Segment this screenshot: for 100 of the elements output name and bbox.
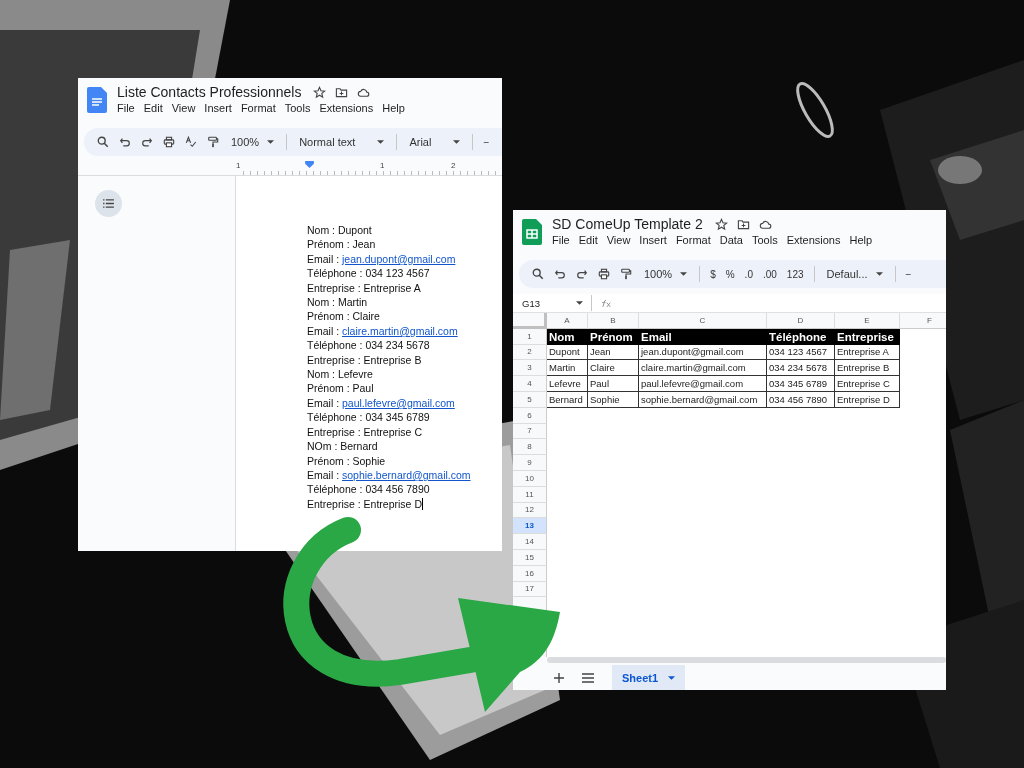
row-header[interactable]: 13 xyxy=(513,518,547,535)
menu-item[interactable]: File xyxy=(117,102,135,114)
document-line: Email : sophie.bernard@gmail.com xyxy=(307,467,472,483)
document-line: Téléphone : 034 123 4567 xyxy=(307,266,431,281)
dropdown-button[interactable]: 100% xyxy=(642,268,690,280)
document-line: Nom : Dupont xyxy=(307,223,373,238)
dropdown-button[interactable]: Defaul... xyxy=(824,268,885,280)
indent-marker-icon[interactable] xyxy=(305,161,314,168)
table-cell: Paul xyxy=(588,376,639,392)
table-cell: 034 123 4567 xyxy=(767,344,835,361)
table-cell: Entreprise D xyxy=(835,392,900,408)
folder-icon[interactable] xyxy=(736,217,750,231)
menu-item[interactable]: Data xyxy=(719,234,743,246)
redo-icon[interactable] xyxy=(576,268,588,280)
dropdown-button[interactable]: Normal text xyxy=(297,136,387,148)
column-header[interactable]: B xyxy=(588,313,639,329)
outline-button[interactable] xyxy=(95,190,122,217)
row-header[interactable]: 3 xyxy=(513,360,547,377)
search-icon[interactable] xyxy=(532,268,544,280)
menu-item[interactable]: View xyxy=(606,234,631,246)
column-header[interactable]: E xyxy=(835,313,900,329)
document-line: Prénom : Jean xyxy=(307,237,377,252)
print-icon[interactable] xyxy=(163,136,175,148)
toolbar-button[interactable]: − xyxy=(905,268,912,280)
menu-item[interactable]: Format xyxy=(675,234,711,246)
email-link[interactable]: paul.lefevre@gmail.com xyxy=(342,396,455,409)
toolbar-button[interactable]: % xyxy=(725,268,735,280)
document-line: Email : claire.martin@gmail.com xyxy=(307,323,459,339)
dropdown-button[interactable]: 100% xyxy=(229,136,277,148)
table-cell: Dupont xyxy=(547,344,588,361)
document-line: Téléphone : 034 234 5678 xyxy=(307,338,431,353)
row-header[interactable]: 14 xyxy=(513,534,547,550)
all-sheets-button[interactable] xyxy=(582,672,594,683)
menu-item[interactable]: Insert xyxy=(639,234,667,246)
document-line: Téléphone : 034 456 7890 xyxy=(307,482,431,497)
toolbar-button[interactable]: .00 xyxy=(762,268,777,280)
spreadsheet-icon xyxy=(522,219,542,245)
menu-item[interactable]: Extensions xyxy=(319,102,374,114)
caret-icon xyxy=(377,140,385,144)
search-icon[interactable] xyxy=(97,136,109,148)
toolbar-button[interactable]: 123 xyxy=(786,268,804,280)
document-line: Prénom : Sophie xyxy=(307,453,387,468)
table-cell: Lefevre xyxy=(547,376,588,392)
table-cell: Jean xyxy=(588,344,639,361)
spreadsheet-title[interactable]: SD ComeUp Template 2 xyxy=(552,216,703,232)
toolbar-button[interactable]: $ xyxy=(710,268,716,280)
menu-item[interactable]: Help xyxy=(382,102,405,114)
email-link[interactable]: claire.martin@gmail.com xyxy=(342,324,458,337)
row-header[interactable]: 8 xyxy=(513,439,547,456)
menu-item[interactable]: Tools xyxy=(284,102,311,114)
spellcheck-icon[interactable] xyxy=(185,136,197,148)
menu-item[interactable]: Format xyxy=(240,102,276,114)
ruler-number: 1 xyxy=(380,161,385,170)
table-cell: claire.martin@gmail.com xyxy=(639,360,767,377)
toolbar-button[interactable]: .0 xyxy=(744,268,753,280)
menu-item[interactable]: Edit xyxy=(143,102,163,114)
menu-item[interactable]: Edit xyxy=(578,234,598,246)
email-link[interactable]: sophie.bernard@gmail.com xyxy=(342,468,471,481)
scrollbar[interactable] xyxy=(547,657,946,663)
document-line: Téléphone : 034 345 6789 xyxy=(307,410,431,425)
column-header[interactable]: F xyxy=(900,313,946,329)
document-icon xyxy=(87,87,107,113)
dropdown-button[interactable]: Arial xyxy=(407,136,463,148)
redo-icon[interactable] xyxy=(141,136,153,148)
row-header[interactable]: 4 xyxy=(513,376,547,392)
undo-icon[interactable] xyxy=(554,268,566,280)
star-icon[interactable] xyxy=(714,217,728,231)
email-link[interactable]: jean.dupont@gmail.com xyxy=(342,252,456,265)
menu-item[interactable]: Tools xyxy=(751,234,778,246)
menu-item[interactable]: Extensions xyxy=(786,234,841,246)
paint-format-icon[interactable] xyxy=(207,136,219,148)
column-header[interactable]: A xyxy=(547,313,588,329)
folder-icon[interactable] xyxy=(335,85,349,99)
table-cell: Entreprise A xyxy=(835,344,900,361)
ruler-number: 2 xyxy=(451,161,456,170)
print-icon[interactable] xyxy=(598,268,610,280)
star-icon[interactable] xyxy=(313,85,327,99)
menu-item[interactable]: Insert xyxy=(204,102,232,114)
menu-item[interactable]: File xyxy=(552,234,570,246)
caret-icon xyxy=(875,272,883,276)
document-line: Entreprise : Entreprise A xyxy=(307,280,422,296)
document-line: Entreprise : Entreprise C xyxy=(307,424,423,440)
table-cell: Entreprise C xyxy=(835,376,900,392)
toolbar-button[interactable]: − xyxy=(483,136,490,148)
ruler-number: 1 xyxy=(236,161,241,170)
row-header[interactable]: 9 xyxy=(513,455,547,471)
menu-item[interactable]: View xyxy=(171,102,196,114)
column-header[interactable]: D xyxy=(767,313,835,329)
sheet-tab[interactable]: Sheet1 xyxy=(612,665,686,690)
undo-icon[interactable] xyxy=(119,136,131,148)
document-line: NOm : Bernard xyxy=(307,439,379,454)
caret-icon xyxy=(668,675,676,680)
caret-icon xyxy=(680,272,688,276)
column-header[interactable]: C xyxy=(639,313,767,329)
add-sheet-button[interactable] xyxy=(554,672,564,683)
name-box[interactable]: G13 xyxy=(522,297,583,309)
document-title[interactable]: Liste Contacts Professionnels xyxy=(117,84,302,100)
paint-format-icon[interactable] xyxy=(620,268,632,280)
table-cell: paul.lefevre@gmail.com xyxy=(639,376,767,392)
menu-item[interactable]: Help xyxy=(849,234,873,246)
